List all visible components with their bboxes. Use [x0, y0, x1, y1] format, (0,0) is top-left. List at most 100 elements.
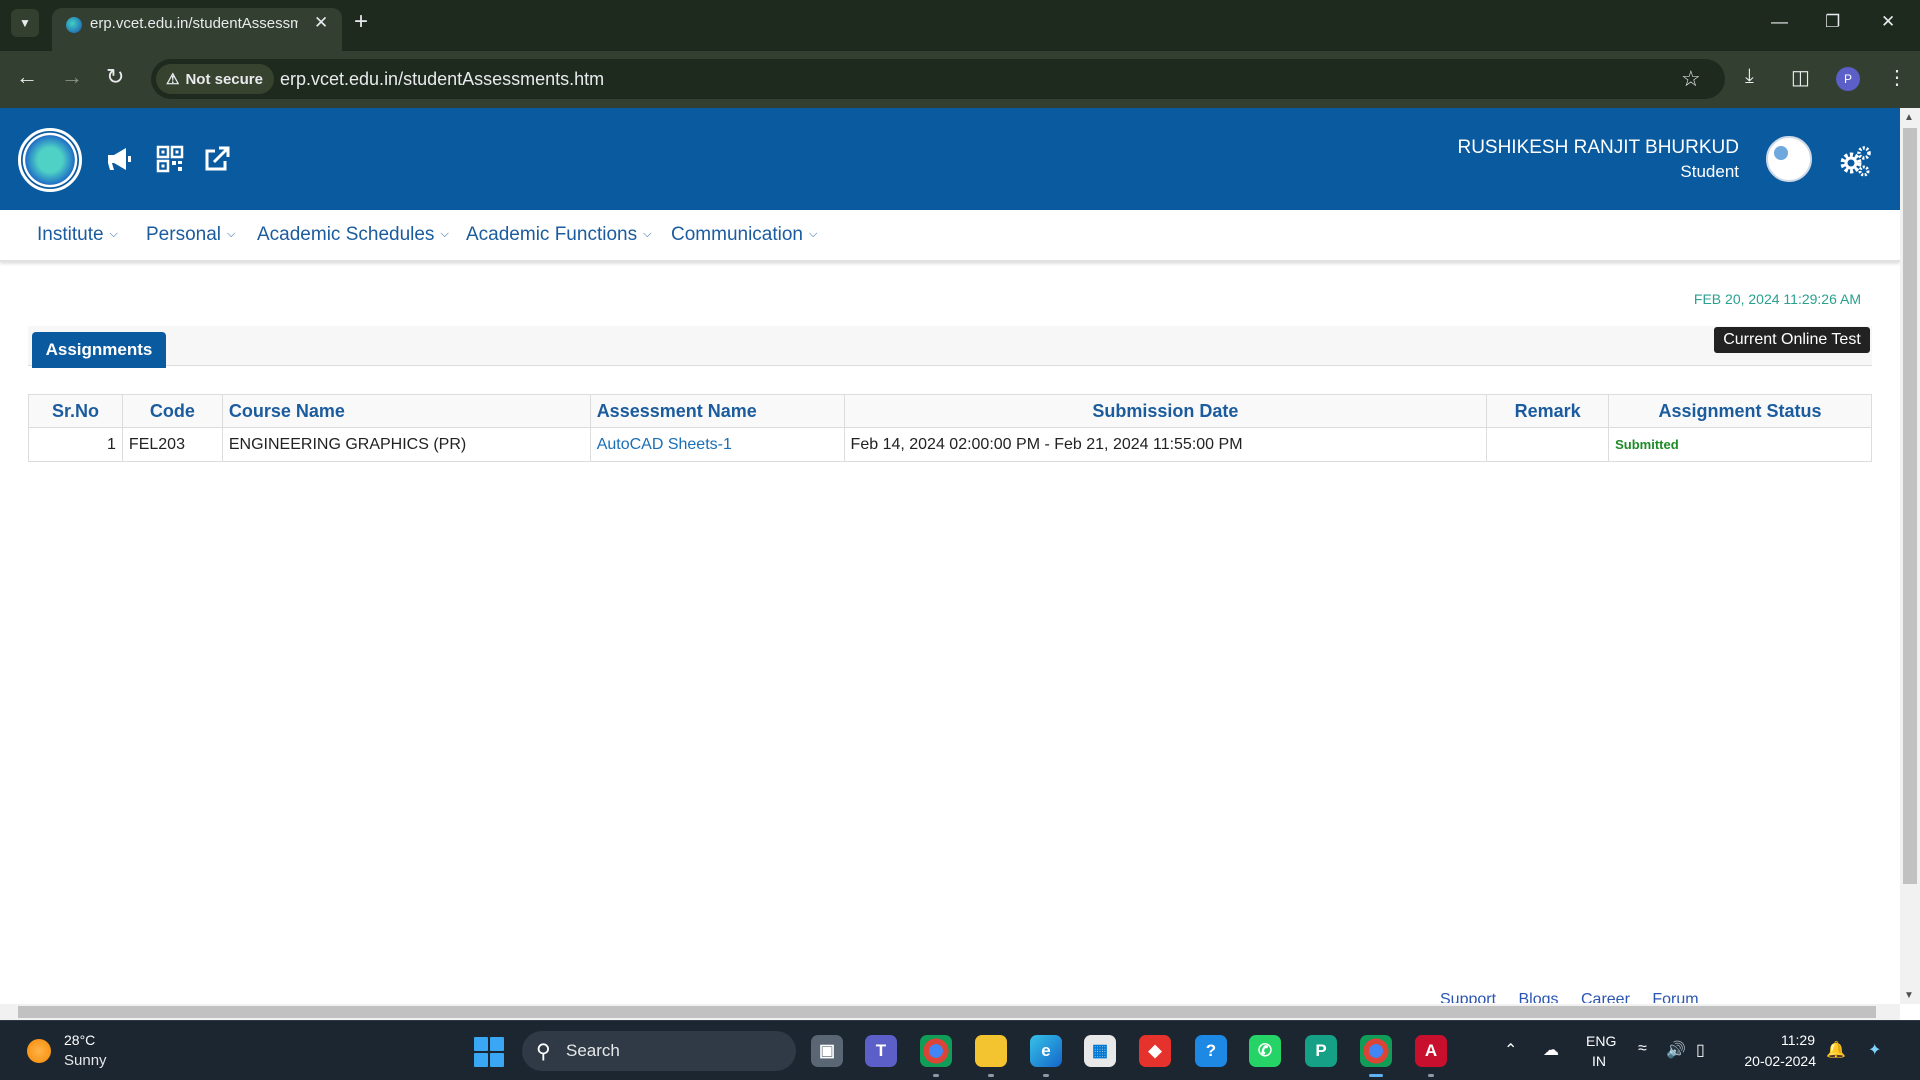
- browser-tab-strip: ▼ erp.vcet.edu.in/studentAssessm ✕ + — ❐…: [0, 0, 1920, 51]
- url-text[interactable]: erp.vcet.edu.in/studentAssessments.htm: [280, 69, 604, 90]
- notification-bell-icon[interactable]: 🔔: [1826, 1040, 1846, 1060]
- menu-academic-schedules[interactable]: Academic Schedules ⌵: [257, 224, 449, 246]
- cell-course-name: ENGINEERING GRAPHICS (PR): [221, 427, 591, 462]
- edge-icon[interactable]: e: [1030, 1035, 1062, 1077]
- user-avatar[interactable]: [1766, 136, 1812, 182]
- chrome-profile-icon[interactable]: [920, 1035, 952, 1077]
- assessment-link[interactable]: AutoCAD Sheets-1: [597, 436, 732, 453]
- profile-avatar[interactable]: P: [1836, 67, 1860, 91]
- tab-search-chevron-icon[interactable]: ▼: [11, 9, 39, 37]
- task-view-icon[interactable]: ▣: [811, 1035, 843, 1067]
- battery-icon[interactable]: ▯: [1696, 1040, 1705, 1060]
- horizontal-scroll-thumb[interactable]: [18, 1006, 1876, 1018]
- windows-start-icon[interactable]: [474, 1037, 504, 1067]
- browser-toolbar: ← → ↻ ⚠ Not secure erp.vcet.edu.in/stude…: [0, 51, 1920, 108]
- copilot-icon[interactable]: ✦: [1868, 1040, 1881, 1060]
- bookmark-star-icon[interactable]: ☆: [1681, 66, 1701, 92]
- clock-time[interactable]: 11:29: [1781, 1032, 1815, 1048]
- tab-title: erp.vcet.edu.in/studentAssessm: [90, 15, 298, 32]
- restore-icon[interactable]: ❐: [1825, 12, 1840, 32]
- qr-code-icon[interactable]: [155, 144, 185, 174]
- weather-sun-icon[interactable]: [27, 1039, 51, 1063]
- col-course-name: Course Name: [221, 394, 591, 428]
- table-header-row: Sr.No Code Course Name Assessment Name S…: [28, 394, 1872, 428]
- institute-logo[interactable]: [18, 128, 82, 192]
- footer-links: Support Blogs Career Forum: [1440, 991, 1717, 1003]
- file-explorer-icon[interactable]: [975, 1035, 1007, 1077]
- footer-link-blogs[interactable]: Blogs: [1519, 991, 1559, 1003]
- anydesk-icon[interactable]: ◆: [1139, 1035, 1171, 1067]
- megaphone-icon[interactable]: [104, 144, 134, 174]
- teams-icon[interactable]: T: [865, 1035, 897, 1067]
- new-tab-plus-icon[interactable]: +: [354, 10, 368, 34]
- current-online-test-button[interactable]: Current Online Test: [1714, 327, 1870, 353]
- forward-arrow-icon[interactable]: →: [61, 66, 83, 88]
- menu-label: Personal: [146, 224, 221, 245]
- menu-personal[interactable]: Personal ⌵: [146, 224, 235, 246]
- footer-link-forum[interactable]: Forum: [1652, 991, 1698, 1003]
- search-label: Search: [566, 1041, 620, 1060]
- volume-icon[interactable]: 🔊: [1666, 1040, 1686, 1060]
- language-code[interactable]: ENG: [1586, 1033, 1616, 1049]
- search-icon: ⚲: [536, 1041, 551, 1063]
- menu-institute[interactable]: Institute ⌵: [37, 224, 118, 246]
- settings-gears-icon[interactable]: [1838, 145, 1872, 177]
- cell-submission-date: Feb 14, 2024 02:00:00 PM - Feb 21, 2024 …: [843, 427, 1488, 462]
- security-chip[interactable]: ⚠ Not secure: [156, 64, 274, 94]
- window-close-icon[interactable]: ✕: [1881, 12, 1895, 32]
- menu-communication[interactable]: Communication ⌵: [671, 224, 817, 246]
- taskbar-search[interactable]: ⚲ Search: [522, 1031, 796, 1071]
- back-arrow-icon[interactable]: ←: [16, 66, 38, 88]
- download-icon[interactable]: ⤓: [1745, 65, 1754, 88]
- language-region[interactable]: IN: [1592, 1053, 1606, 1069]
- table-row: 1 FEL203 ENGINEERING GRAPHICS (PR) AutoC…: [28, 427, 1872, 462]
- external-link-icon[interactable]: [202, 144, 232, 174]
- clock-date[interactable]: 20-02-2024: [1744, 1053, 1816, 1069]
- browser-tab[interactable]: erp.vcet.edu.in/studentAssessm ✕: [52, 8, 342, 51]
- wifi-icon[interactable]: ≈: [1638, 1040, 1647, 1058]
- weather-description[interactable]: Sunny: [64, 1052, 107, 1069]
- menu-academic-functions[interactable]: Academic Functions ⌵: [466, 224, 651, 246]
- weather-temperature[interactable]: 28°C: [64, 1032, 95, 1048]
- tab-bar: [28, 326, 1872, 366]
- cell-sr-no: 1: [28, 427, 123, 462]
- reload-icon[interactable]: ↻: [106, 66, 124, 88]
- chrome-active-icon[interactable]: [1360, 1035, 1392, 1077]
- menu-label: Communication: [671, 224, 803, 245]
- scroll-up-arrow-icon[interactable]: ▲: [1904, 112, 1914, 123]
- user-name: RUSHIKESH RANJIT BHURKUD: [1457, 137, 1739, 158]
- site-favicon-icon: [66, 17, 82, 33]
- tab-close-icon[interactable]: ✕: [314, 13, 328, 33]
- chevron-down-icon: ⌵: [643, 228, 652, 240]
- vertical-scroll-thumb[interactable]: [1903, 128, 1917, 884]
- assignments-table: Sr.No Code Course Name Assessment Name S…: [28, 394, 1872, 462]
- footer-link-support[interactable]: Support: [1440, 991, 1496, 1003]
- onedrive-cloud-icon[interactable]: ☁: [1543, 1040, 1559, 1060]
- chevron-down-icon: ⌵: [809, 228, 818, 240]
- microsoft-store-icon[interactable]: ▦: [1084, 1035, 1116, 1067]
- tab-assignments[interactable]: Assignments: [32, 332, 166, 368]
- windows-taskbar: 28°C Sunny ⚲ Search ▣ T e ▦ ◆ ? ✆ P A ⌃ …: [0, 1020, 1920, 1080]
- help-icon[interactable]: ?: [1195, 1035, 1227, 1067]
- footer-link-career[interactable]: Career: [1581, 991, 1630, 1003]
- status-badge: Submitted: [1615, 436, 1679, 452]
- minimize-icon[interactable]: —: [1771, 12, 1788, 32]
- pycharm-icon[interactable]: P: [1305, 1035, 1337, 1067]
- autocad-icon[interactable]: A: [1415, 1035, 1447, 1077]
- col-assessment-name: Assessment Name: [589, 394, 845, 428]
- kebab-menu-icon[interactable]: ⋮: [1887, 65, 1907, 90]
- chevron-down-icon: ⌵: [227, 228, 236, 240]
- scroll-down-arrow-icon[interactable]: ▼: [1904, 990, 1914, 1001]
- chevron-down-icon: ⌵: [440, 228, 449, 240]
- current-datetime: FEB 20, 2024 11:29:26 AM: [1693, 291, 1861, 307]
- tray-overflow-chevron-icon[interactable]: ⌃: [1504, 1040, 1517, 1060]
- col-sr-no: Sr.No: [28, 394, 123, 428]
- menu-label: Academic Functions: [466, 224, 638, 245]
- col-code: Code: [121, 394, 223, 428]
- side-panel-icon[interactable]: ◫: [1791, 65, 1810, 90]
- address-bar[interactable]: ⚠ Not secure erp.vcet.edu.in/studentAsse…: [151, 59, 1725, 99]
- whatsapp-icon[interactable]: ✆: [1249, 1035, 1281, 1067]
- user-role: Student: [1680, 162, 1739, 181]
- cell-remark: [1486, 427, 1610, 462]
- cell-code: FEL203: [121, 427, 223, 462]
